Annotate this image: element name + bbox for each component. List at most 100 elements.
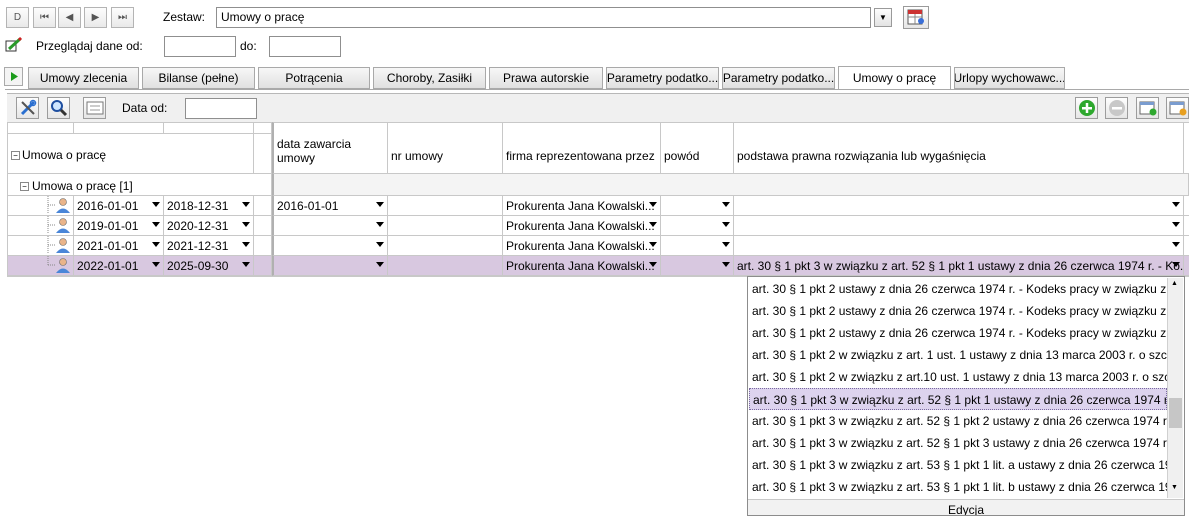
przegladaj-to-input[interactable] (269, 36, 341, 57)
zestaw-dropdown-button[interactable]: ▼ (874, 8, 892, 27)
row-firma[interactable]: Prokurenta Jana Kowalski... (503, 236, 661, 256)
dropdown-option[interactable]: art. 30 § 1 pkt 3 w związku z art. 52 § … (749, 388, 1167, 410)
tab-parametry-podatkowe-1[interactable]: Parametry podatko... (606, 67, 719, 89)
podstawa-dropdown-list[interactable]: art. 30 § 1 pkt 2 ustawy z dnia 26 czerw… (747, 276, 1185, 516)
row-to-date[interactable]: 2018-12-31 (164, 196, 254, 216)
row-from-date[interactable]: 2022-01-01 (74, 256, 164, 276)
chevron-down-icon[interactable] (152, 262, 160, 267)
col-data-zawarcia[interactable]: data zawarcia umowy (272, 122, 388, 174)
row-podstawa[interactable] (734, 216, 1184, 236)
row-from-date[interactable]: 2019-01-01 (74, 216, 164, 236)
chevron-down-icon[interactable] (242, 222, 250, 227)
row-to-date[interactable]: 2025-09-30 (164, 256, 254, 276)
chevron-down-icon[interactable] (722, 202, 730, 207)
chevron-down-icon[interactable] (722, 242, 730, 247)
collapse-icon[interactable]: − (11, 151, 20, 161)
tab-urlopy-wychowawcze[interactable]: Urlopy wychowawc... (954, 67, 1065, 89)
dropdown-edit-button[interactable]: Edycja (748, 499, 1184, 515)
chevron-down-icon[interactable] (376, 242, 384, 247)
chevron-down-icon[interactable] (376, 222, 384, 227)
tools-button[interactable] (16, 97, 39, 119)
row-to-date[interactable]: 2021-12-31 (164, 236, 254, 256)
row-podstawa[interactable]: art. 30 § 1 pkt 3 w związku z art. 52 § … (734, 256, 1184, 276)
add-record-button[interactable] (1136, 97, 1159, 119)
add-button[interactable] (1075, 97, 1098, 119)
chevron-down-icon[interactable] (376, 262, 384, 267)
row-from-date[interactable]: 2021-01-01 (74, 236, 164, 256)
dropdown-option[interactable]: art. 30 § 1 pkt 2 ustawy z dnia 26 czerw… (749, 322, 1167, 344)
przegladaj-from-input[interactable] (164, 36, 236, 57)
row-nr-umowy[interactable] (388, 196, 503, 216)
dropdown-option[interactable]: art. 30 § 1 pkt 2 ustawy z dnia 26 czerw… (749, 300, 1167, 322)
nav-next-button[interactable]: ▶ (84, 7, 107, 28)
col-podstawa[interactable]: podstawa prawna rozwiązania lub wygaśnię… (734, 122, 1184, 174)
chevron-down-icon[interactable] (722, 222, 730, 227)
row-data-zawarcia[interactable] (272, 236, 388, 256)
tab-potracenia[interactable]: Potrącenia (258, 67, 370, 89)
chevron-down-icon[interactable] (152, 242, 160, 247)
nav-last-button[interactable]: ⏭ (111, 7, 134, 28)
row-nr-umowy[interactable] (388, 216, 503, 236)
group-label[interactable]: − Umowa o pracę (7, 134, 254, 174)
col-firma[interactable]: firma reprezentowana przez (503, 122, 661, 174)
chevron-down-icon[interactable] (242, 242, 250, 247)
chevron-down-icon[interactable] (649, 202, 657, 207)
nav-first-button[interactable]: D (6, 7, 29, 28)
row-powod[interactable] (661, 216, 734, 236)
dropdown-option[interactable]: art. 30 § 1 pkt 3 w związku z art. 53 § … (749, 476, 1167, 498)
tab-parametry-podatkowe-2[interactable]: Parametry podatko... (722, 67, 835, 89)
row-data-zawarcia[interactable] (272, 256, 388, 276)
row-from-date[interactable]: 2016-01-01 (74, 196, 164, 216)
row-firma[interactable]: Prokurenta Jana Kowalski... (503, 216, 661, 236)
tab-prawa-autorskie[interactable]: Prawa autorskie (489, 67, 603, 89)
chevron-down-icon[interactable] (242, 262, 250, 267)
dropdown-option[interactable]: art. 30 § 1 pkt 2 w związku z art.10 ust… (749, 366, 1167, 388)
tab-bilanse[interactable]: Bilanse (pełne) (142, 67, 255, 89)
row-powod[interactable] (661, 256, 734, 276)
col-nr-umowy[interactable]: nr umowy (388, 122, 503, 174)
col-powod[interactable]: powód (661, 122, 734, 174)
chevron-down-icon[interactable] (1172, 202, 1180, 207)
row-to-date[interactable]: 2020-12-31 (164, 216, 254, 236)
row-firma[interactable]: Prokurenta Jana Kowalski... (503, 196, 661, 216)
chevron-down-icon[interactable] (1172, 242, 1180, 247)
scroll-up-icon[interactable]: ▲ (1171, 280, 1178, 287)
zestaw-config-button[interactable] (903, 6, 929, 29)
tabs-expand-button[interactable] (4, 67, 23, 86)
zestaw-input[interactable]: Umowy o pracę (216, 7, 871, 28)
chevron-down-icon[interactable] (376, 202, 384, 207)
dropdown-option[interactable]: art. 30 § 1 pkt 3 w związku z art. 52 § … (749, 410, 1167, 432)
row-nr-umowy[interactable] (388, 236, 503, 256)
tab-umowy-zlecenia[interactable]: Umowy zlecenia (28, 67, 139, 89)
collapse-icon[interactable]: − (20, 182, 29, 192)
chevron-down-icon[interactable] (649, 242, 657, 247)
chevron-down-icon[interactable] (649, 222, 657, 227)
chevron-down-icon[interactable] (242, 202, 250, 207)
dropdown-option[interactable]: art. 30 § 1 pkt 3 w związku z art. 52 § … (749, 432, 1167, 454)
row-podstawa[interactable] (734, 236, 1184, 256)
row-data-zawarcia[interactable]: 2016-01-01 (272, 196, 388, 216)
chevron-down-icon[interactable] (152, 202, 160, 207)
chevron-down-icon[interactable] (152, 222, 160, 227)
remove-button[interactable] (1105, 97, 1128, 119)
tab-umowy-o-prace[interactable]: Umowy o pracę (838, 66, 951, 90)
chevron-down-icon[interactable] (722, 262, 730, 267)
chevron-down-icon[interactable] (1172, 222, 1180, 227)
data-od-input[interactable] (185, 98, 257, 119)
dropdown-scroll-thumb[interactable] (1169, 398, 1182, 428)
row-powod[interactable] (661, 196, 734, 216)
search-button[interactable] (47, 97, 70, 119)
row-powod[interactable] (661, 236, 734, 256)
dropdown-option[interactable]: art. 30 § 1 pkt 2 w związku z art. 1 ust… (749, 344, 1167, 366)
row-firma[interactable]: Prokurenta Jana Kowalski... (503, 256, 661, 276)
dropdown-option[interactable]: art. 30 § 1 pkt 3 w związku z art. 53 § … (749, 454, 1167, 476)
calculator-button[interactable] (83, 97, 106, 119)
row-podstawa[interactable] (734, 196, 1184, 216)
row-nr-umowy[interactable] (388, 256, 503, 276)
chevron-down-icon[interactable] (1172, 262, 1180, 267)
tab-choroby[interactable]: Choroby, Zasiłki (373, 67, 486, 89)
chevron-down-icon[interactable] (649, 262, 657, 267)
scroll-down-icon[interactable]: ▼ (1171, 484, 1178, 491)
edit-record-button[interactable] (1166, 97, 1189, 119)
nav-first-record-button[interactable]: ⏮ (33, 7, 56, 28)
